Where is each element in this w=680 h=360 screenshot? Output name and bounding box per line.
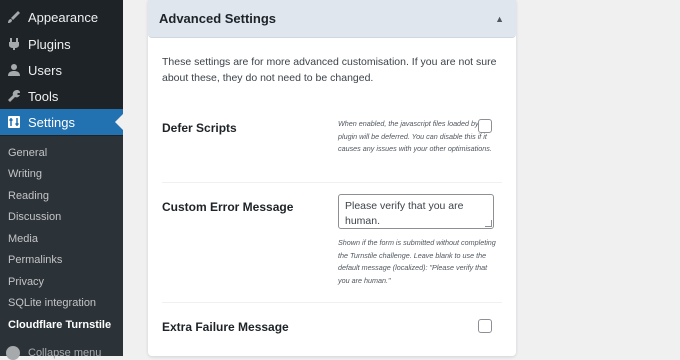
advanced-settings-panel: Advanced Settings ▲ These settings are f… xyxy=(148,0,516,356)
settings-sliders-icon xyxy=(6,114,22,130)
custom-error-message-label: Custom Error Message xyxy=(162,200,294,214)
panel-header[interactable]: Advanced Settings ▲ xyxy=(148,0,516,38)
collapse-arrow-icon xyxy=(6,346,20,360)
menu-label: Tools xyxy=(28,88,59,104)
submenu-item-discussion[interactable]: Discussion xyxy=(8,211,61,223)
menu-item-tools[interactable]: Tools xyxy=(0,83,123,109)
admin-sidebar: Appearance Plugins Users Tools Settings … xyxy=(0,0,123,360)
menu-label: Plugins xyxy=(28,36,71,52)
appearance-brush-icon xyxy=(6,9,22,25)
menu-label: Settings xyxy=(28,114,75,130)
submenu-item-sqlite-integration[interactable]: SQLite integration xyxy=(8,297,96,309)
submenu-item-general[interactable]: General xyxy=(8,147,47,159)
menu-item-appearance[interactable]: Appearance xyxy=(0,4,123,30)
submenu-item-cloudflare-turnstile[interactable]: Cloudflare Turnstile xyxy=(8,319,111,331)
defer-scripts-checkbox[interactable] xyxy=(478,119,492,133)
submenu-item-permalinks[interactable]: Permalinks xyxy=(8,254,62,266)
row-divider xyxy=(162,302,502,303)
submenu-item-media[interactable]: Media xyxy=(8,233,38,245)
textarea-placeholder: Please verify that you are human. xyxy=(345,200,464,227)
plugins-icon xyxy=(6,36,22,52)
defer-scripts-help: When enabled, the javascript files loade… xyxy=(338,119,492,153)
resize-handle-icon[interactable] xyxy=(485,220,492,227)
row-divider xyxy=(162,182,502,183)
menu-label: Appearance xyxy=(28,9,99,25)
collapse-label: Collapse menu xyxy=(28,347,102,359)
submenu-item-writing[interactable]: Writing xyxy=(8,168,42,180)
collapse-menu-button[interactable]: Collapse menu xyxy=(6,346,101,360)
extra-failure-message-label: Extra Failure Message xyxy=(162,320,289,334)
collapse-arrow-up-icon[interactable]: ▲ xyxy=(495,14,504,24)
defer-scripts-label: Defer Scripts xyxy=(162,121,237,135)
submenu-item-reading[interactable]: Reading xyxy=(8,190,49,202)
extra-failure-message-checkbox[interactable] xyxy=(478,319,492,333)
panel-intro-text: These settings are for more advanced cus… xyxy=(162,56,497,84)
menu-item-settings[interactable]: Settings xyxy=(0,109,123,135)
menu-label: Users xyxy=(28,62,62,78)
custom-error-message-textarea[interactable]: Please verify that you are human. xyxy=(338,194,494,229)
users-icon xyxy=(6,62,22,78)
menu-item-users[interactable]: Users xyxy=(0,57,123,83)
menu-item-plugins[interactable]: Plugins xyxy=(0,31,123,57)
custom-error-message-help: Shown if the form is submitted without c… xyxy=(338,238,496,285)
panel-title: Advanced Settings xyxy=(159,11,277,26)
submenu-item-privacy[interactable]: Privacy xyxy=(8,276,44,288)
settings-submenu: General Writing Reading Discussion Media… xyxy=(0,136,123,356)
tools-wrench-icon xyxy=(6,88,22,104)
